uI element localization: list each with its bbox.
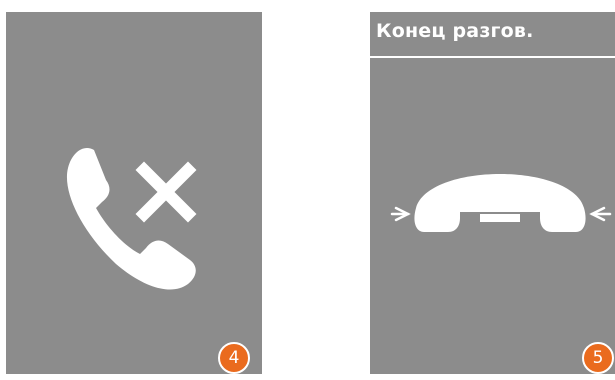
step-number-badge: 4: [218, 342, 250, 374]
screen-title-bar: Конец разгов.: [370, 12, 615, 58]
screen-title: Конец разгов.: [376, 20, 534, 42]
intercom-screen-call-rejected: 4: [6, 12, 262, 374]
call-rejected-icon: [66, 148, 197, 290]
intercom-screen-end-call: Конец разгов. 5: [370, 12, 615, 374]
step-number-badge: 5: [582, 342, 614, 374]
hang-up-handset-icon: [390, 174, 612, 232]
